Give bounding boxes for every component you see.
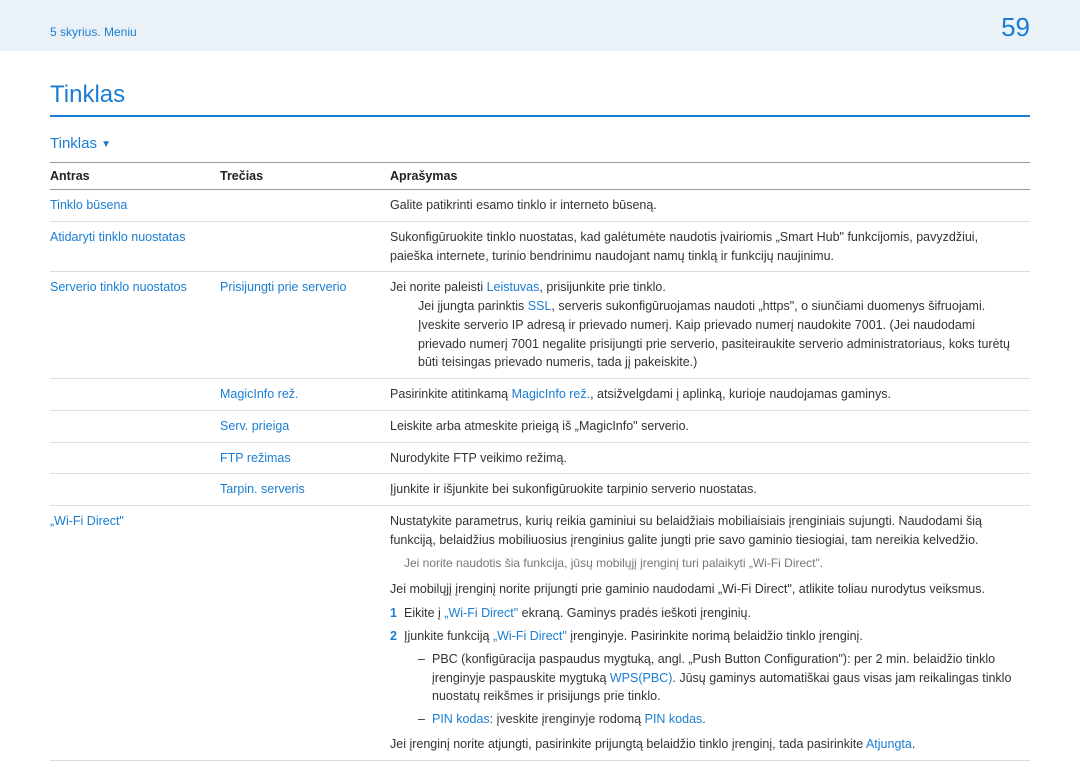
cell-trecias: Serv. prieiga — [220, 410, 390, 442]
table-row: Serv. prieiga Leiskite arba atmeskite pr… — [50, 410, 1030, 442]
list-item: PIN kodas: įveskite įrenginyje rodomą PI… — [404, 710, 1020, 729]
cell-desc: Sukonfigūruokite tinklo nuostatas, kad g… — [390, 221, 1030, 272]
table-row: MagicInfo rež. Pasirinkite atitinkamą Ma… — [50, 379, 1030, 411]
cell-antras: Serverio tinklo nuostatos — [50, 272, 220, 379]
settings-table: Antras Trečias Aprašymas Tinklo būsena G… — [50, 162, 1030, 761]
cell-desc: Nurodykite FTP veikimo režimą. — [390, 442, 1030, 474]
section-title: Tinklas — [50, 81, 1030, 117]
step-list: 1Eikite į „Wi-Fi Direct" ekraną. Gaminys… — [390, 604, 1020, 729]
table-row: „Wi-Fi Direct" Nustatykite parametrus, k… — [50, 506, 1030, 761]
subsection-label: Tinklas — [50, 135, 97, 152]
page-header: 5 skyrius. Meniu 59 — [0, 0, 1080, 51]
cell-antras — [50, 474, 220, 506]
cell-desc: Leiskite arba atmeskite prieigą iš „Magi… — [390, 410, 1030, 442]
cell-trecias: Prisijungti prie serverio — [220, 272, 390, 379]
cell-antras — [50, 379, 220, 411]
chapter-label: 5 skyrius. Meniu — [50, 25, 137, 39]
cell-desc: Nustatykite parametrus, kurių reikia gam… — [390, 506, 1030, 761]
page-number: 59 — [1001, 12, 1030, 43]
cell-desc: Jei norite paleisti Leistuvas, prisijunk… — [390, 272, 1030, 379]
cell-antras: Tinklo būsena — [50, 190, 220, 222]
table-row: Tinklo būsena Galite patikrinti esamo ti… — [50, 190, 1030, 222]
page-content: Tinklas Tinklas ▼ Antras Trečias Aprašym… — [0, 51, 1080, 781]
cell-desc: Pasirinkite atitinkamą MagicInfo rež., a… — [390, 379, 1030, 411]
chevron-down-icon: ▼ — [101, 139, 111, 150]
cell-trecias — [220, 506, 390, 761]
table-row: Serverio tinklo nuostatos Prisijungti pr… — [50, 272, 1030, 379]
table-row: FTP režimas Nurodykite FTP veikimo režim… — [50, 442, 1030, 474]
subsection-title: Tinklas ▼ — [50, 135, 1030, 152]
cell-trecias: Tarpin. serveris — [220, 474, 390, 506]
cell-desc: Galite patikrinti esamo tinklo ir intern… — [390, 190, 1030, 222]
cell-antras — [50, 442, 220, 474]
cell-trecias — [220, 190, 390, 222]
th-antras: Antras — [50, 163, 220, 190]
table-row: Tarpin. serveris Įjunkite ir išjunkite b… — [50, 474, 1030, 506]
cell-antras — [50, 410, 220, 442]
cell-trecias: FTP režimas — [220, 442, 390, 474]
cell-antras: „Wi-Fi Direct" — [50, 506, 220, 761]
th-aprasymas: Aprašymas — [390, 163, 1030, 190]
cell-trecias — [220, 221, 390, 272]
th-trecias: Trečias — [220, 163, 390, 190]
table-row: Atidaryti tinklo nuostatas Sukonfigūruok… — [50, 221, 1030, 272]
note: Jei norite naudotis šia funkcija, jūsų m… — [390, 554, 1020, 572]
list-item: 1Eikite į „Wi-Fi Direct" ekraną. Gaminys… — [390, 604, 1020, 623]
cell-antras: Atidaryti tinklo nuostatas — [50, 221, 220, 272]
list-item: 2Įjunkite funkciją „Wi-Fi Direct" įrengi… — [390, 627, 1020, 729]
list-item: PBC (konfigūracija paspaudus mygtuką, an… — [404, 650, 1020, 706]
cell-trecias: MagicInfo rež. — [220, 379, 390, 411]
cell-desc: Įjunkite ir išjunkite bei sukonfigūruoki… — [390, 474, 1030, 506]
dash-list: PBC (konfigūracija paspaudus mygtuką, an… — [404, 650, 1020, 729]
